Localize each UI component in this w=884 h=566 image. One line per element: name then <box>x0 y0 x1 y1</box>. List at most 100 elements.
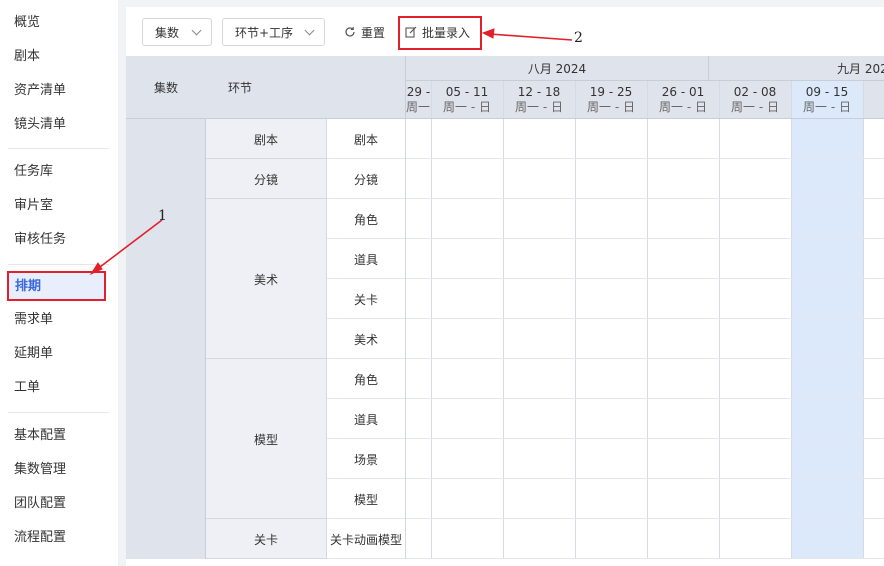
annotation-label-2: 2 <box>574 30 583 46</box>
grid-line <box>326 158 884 159</box>
sidebar-item[interactable]: 流程配置 <box>14 527 66 549</box>
chevron-down-icon <box>304 25 315 36</box>
grid-line <box>405 119 406 559</box>
chevron-down-icon <box>191 25 202 36</box>
week-header: 02 - 08 周一 - 日 <box>719 81 791 119</box>
batch-entry-highlight-box <box>398 16 482 50</box>
header-episode: 集数 <box>126 56 206 119</box>
current-week-highlight <box>791 81 863 559</box>
week-range: 12 - 18 <box>517 85 561 99</box>
month-header: 八月 2024 <box>406 56 708 80</box>
sidebar-divider <box>8 264 109 265</box>
process-cell[interactable]: 场景 <box>326 439 406 479</box>
process-cell[interactable]: 角色 <box>326 199 406 239</box>
month-header: 九月 2024 <box>709 56 884 80</box>
week-days: 周一 - 日 <box>803 100 851 114</box>
sidebar-item[interactable]: 审核任务 <box>14 229 66 251</box>
sidebar-divider <box>8 148 109 149</box>
grid-line <box>503 81 504 559</box>
stage-cell: 美术 <box>253 272 278 287</box>
stage-cell: 关卡 <box>253 532 278 547</box>
sidebar-item[interactable]: 概览 <box>14 12 40 34</box>
sidebar: 概览剧本资产清单镜头清单任务库审片室审核任务排期需求单延期单工单基本配置集数管理… <box>0 0 118 566</box>
sidebar-item[interactable]: 剧本 <box>14 46 40 68</box>
grid-line <box>326 198 884 199</box>
episode-select[interactable]: 集数 <box>142 18 212 46</box>
grid-line <box>326 119 327 559</box>
week-range: 05 - 11 <box>445 85 489 99</box>
week-range: 02 - 08 <box>733 85 777 99</box>
sidebar-divider <box>8 412 109 413</box>
process-cell[interactable]: 道具 <box>326 399 406 439</box>
sidebar-item[interactable]: 需求单 <box>14 309 53 331</box>
week-days: 周一 - <box>406 100 431 114</box>
sidebar-item[interactable]: 任务库 <box>14 161 53 183</box>
stage-cell: 剧本 <box>253 132 278 147</box>
grid-line <box>431 81 432 559</box>
stage-cell: 分镜 <box>253 172 278 187</box>
grid-line <box>326 518 884 519</box>
grid-line <box>326 278 884 279</box>
process-cell[interactable]: 分镜 <box>326 159 406 199</box>
grid-line <box>575 81 576 559</box>
sidebar-item[interactable]: 基本配置 <box>14 425 66 447</box>
stage-select-label: 环节+工序 <box>235 25 294 40</box>
process-cell[interactable]: 关卡 <box>326 279 406 319</box>
reset-button[interactable]: 重置 <box>344 18 385 46</box>
week-header: 26 - 01 周一 - 日 <box>647 81 719 119</box>
process-cell[interactable]: 剧本 <box>326 119 406 159</box>
sidebar-item[interactable]: 审片室 <box>14 195 53 217</box>
week-header: 05 - 11 周一 - 日 <box>431 81 503 119</box>
main-panel: 集数 环节+工序 重置 批量录入 集数环节八月 2024九月 202429 -周… <box>126 7 884 566</box>
header-stage: 环节 <box>206 56 406 119</box>
week-days: 周一 - 日 <box>515 100 563 114</box>
grid-line <box>326 478 884 479</box>
annotation-label-1: 1 <box>158 208 167 224</box>
week-days: 周一 - 日 <box>443 100 491 114</box>
week-days: 周一 - 日 <box>587 100 635 114</box>
process-cell[interactable]: 美术 <box>326 319 406 359</box>
sidebar-item[interactable]: 镜头清单 <box>14 114 66 136</box>
process-cell[interactable]: 角色 <box>326 359 406 399</box>
schedule-table: 集数环节八月 2024九月 202429 -周一 -05 - 11周一 - 日1… <box>126 56 884 566</box>
grid-line <box>647 81 648 559</box>
grid-line <box>863 81 864 559</box>
week-range: 26 - 01 <box>661 85 705 99</box>
process-cell[interactable]: 关卡动画模型 <box>326 519 406 559</box>
grid-line <box>326 358 884 359</box>
grid-line <box>326 438 884 439</box>
process-cell[interactable]: 模型 <box>326 479 406 519</box>
week-header-current: 09 - 15 周一 - 日 <box>791 81 863 119</box>
sidebar-item[interactable]: 延期单 <box>14 343 53 365</box>
sidebar-item[interactable]: 排期 <box>7 271 106 301</box>
grid-line <box>326 558 884 559</box>
grid-line <box>406 80 884 81</box>
stage-select[interactable]: 环节+工序 <box>222 18 325 46</box>
sidebar-item[interactable]: 工单 <box>14 377 40 399</box>
week-header: 29 -周一 - <box>406 81 431 119</box>
week-days: 周 <box>863 100 884 115</box>
episode-column <box>126 119 206 559</box>
grid-line <box>205 119 206 559</box>
week-range: 1 <box>863 85 884 100</box>
grid-line <box>126 118 884 119</box>
episode-select-label: 集数 <box>155 25 180 40</box>
grid-line <box>206 558 326 559</box>
grid-line <box>708 56 709 81</box>
grid-line <box>405 56 406 119</box>
process-cell[interactable]: 道具 <box>326 239 406 279</box>
reset-label: 重置 <box>361 25 386 40</box>
refresh-icon <box>345 27 355 37</box>
week-range: 29 - <box>406 85 431 99</box>
week-header: 1周 <box>863 81 884 119</box>
sidebar-item[interactable]: 团队配置 <box>14 493 66 515</box>
sidebar-item[interactable]: 集数管理 <box>14 459 66 481</box>
stage-cell: 模型 <box>253 432 278 447</box>
week-days: 周一 - 日 <box>659 100 707 114</box>
week-header: 19 - 25 周一 - 日 <box>575 81 647 119</box>
week-days: 周一 - 日 <box>731 100 779 114</box>
grid-line <box>791 81 792 559</box>
grid-line <box>326 318 884 319</box>
sidebar-item[interactable]: 资产清单 <box>14 80 66 102</box>
week-header: 12 - 18 周一 - 日 <box>503 81 575 119</box>
